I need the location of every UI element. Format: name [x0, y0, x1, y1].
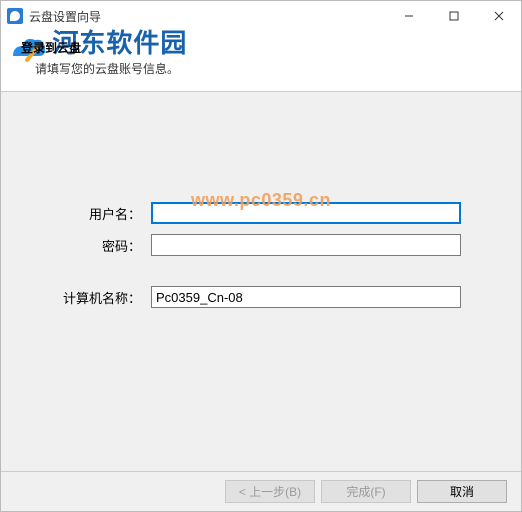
- footer: < 上一步(B) 完成(F) 取消: [1, 471, 521, 511]
- username-label: 用户名：: [41, 204, 151, 223]
- computer-name-label: 计算机名称：: [41, 288, 151, 307]
- maximize-button[interactable]: [431, 1, 476, 31]
- password-label: 密码：: [41, 236, 151, 255]
- wizard-window: 云盘设置向导 河东软件园 登录到云盘 请填写您的云盘账号信息。 www.pc03…: [0, 0, 522, 512]
- titlebar: 云盘设置向导: [1, 1, 521, 31]
- page-subtitle: 请填写您的云盘账号信息。: [21, 60, 501, 77]
- cancel-button[interactable]: 取消: [417, 480, 507, 503]
- minimize-icon: [404, 11, 414, 21]
- close-icon: [494, 11, 504, 21]
- computer-name-input[interactable]: [151, 286, 461, 308]
- close-button[interactable]: [476, 1, 521, 31]
- content-area: www.pc0359.cn 用户名： 密码： 计算机名称：: [1, 92, 521, 482]
- header-section: 登录到云盘 请填写您的云盘账号信息。: [1, 31, 521, 91]
- window-title: 云盘设置向导: [29, 8, 101, 25]
- maximize-icon: [449, 11, 459, 21]
- password-row: 密码：: [1, 234, 521, 256]
- page-title: 登录到云盘: [21, 39, 501, 56]
- minimize-button[interactable]: [386, 1, 431, 31]
- watermark-url: www.pc0359.cn: [191, 190, 331, 211]
- app-icon: [7, 8, 23, 24]
- password-input[interactable]: [151, 234, 461, 256]
- back-button: < 上一步(B): [225, 480, 315, 503]
- finish-button: 完成(F): [321, 480, 411, 503]
- window-controls: [386, 1, 521, 31]
- computer-row: 计算机名称：: [1, 286, 521, 308]
